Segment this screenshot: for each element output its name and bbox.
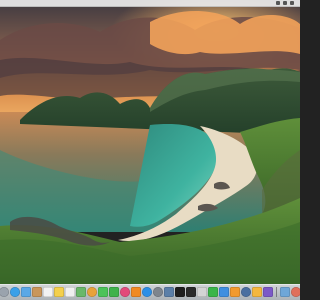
facetime-icon[interactable] bbox=[109, 287, 119, 297]
status-icon[interactable] bbox=[276, 1, 280, 5]
notes-icon[interactable] bbox=[54, 287, 64, 297]
menu-bar bbox=[0, 0, 300, 7]
calendar-icon[interactable] bbox=[43, 287, 53, 297]
numbers-icon[interactable] bbox=[208, 287, 218, 297]
system-preferences-icon[interactable] bbox=[153, 287, 163, 297]
photos-icon[interactable] bbox=[87, 287, 97, 297]
downloads-stack-icon[interactable] bbox=[280, 287, 290, 297]
imovie-icon[interactable] bbox=[263, 287, 273, 297]
contacts-icon[interactable] bbox=[32, 287, 42, 297]
activity-monitor-icon[interactable] bbox=[186, 287, 196, 297]
dock bbox=[0, 286, 300, 298]
dock-separator bbox=[276, 287, 277, 297]
messages-icon[interactable] bbox=[98, 287, 108, 297]
keynote-icon[interactable] bbox=[219, 287, 229, 297]
grapher-icon[interactable] bbox=[197, 287, 207, 297]
terminal-icon[interactable] bbox=[175, 287, 185, 297]
reminders-icon[interactable] bbox=[65, 287, 75, 297]
maps-icon[interactable] bbox=[76, 287, 86, 297]
quicktime-icon[interactable] bbox=[241, 287, 251, 297]
mail-icon[interactable] bbox=[21, 287, 31, 297]
ibooks-icon[interactable] bbox=[131, 287, 141, 297]
safari-icon[interactable] bbox=[10, 287, 20, 297]
itunes-icon[interactable] bbox=[120, 287, 130, 297]
folder-stack-icon[interactable] bbox=[291, 287, 300, 297]
status-icon[interactable] bbox=[290, 1, 294, 5]
desktop-wallpaper bbox=[0, 0, 300, 300]
launchpad-icon[interactable] bbox=[0, 287, 9, 297]
garageband-icon[interactable] bbox=[252, 287, 262, 297]
desktop bbox=[0, 0, 300, 300]
preview-icon[interactable] bbox=[164, 287, 174, 297]
app-store-icon[interactable] bbox=[142, 287, 152, 297]
status-icon[interactable] bbox=[283, 1, 287, 5]
pages-icon[interactable] bbox=[230, 287, 240, 297]
